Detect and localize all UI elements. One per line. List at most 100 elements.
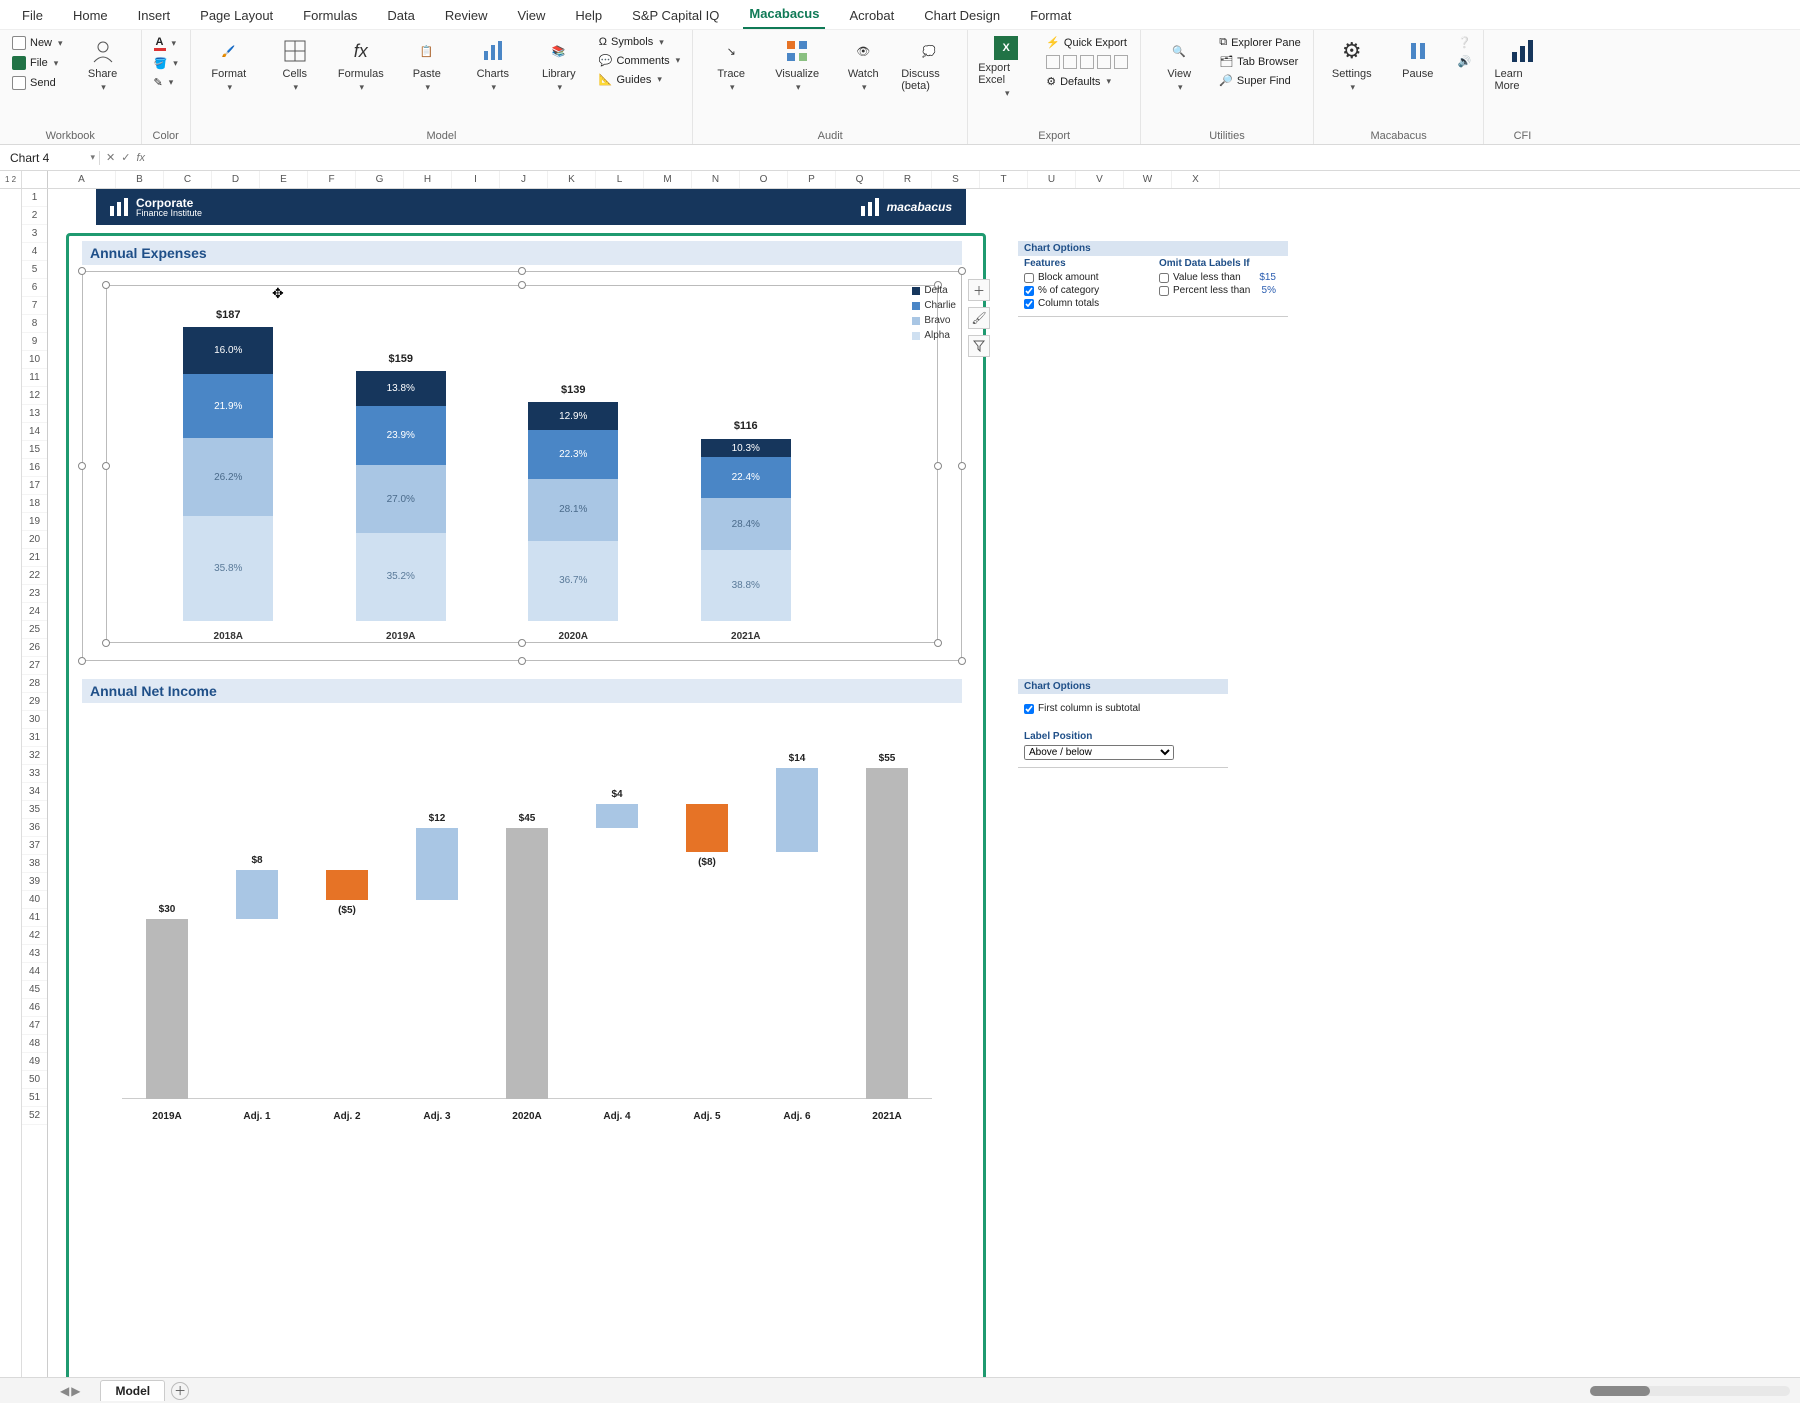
col-header-M[interactable]: M — [644, 171, 692, 188]
charts-button[interactable]: Charts — [465, 36, 521, 93]
discuss-button[interactable]: 💭Discuss (beta) — [901, 36, 957, 92]
pause-button[interactable]: Pause — [1390, 36, 1446, 80]
menu-acrobat[interactable]: Acrobat — [843, 4, 900, 29]
menu-formulas[interactable]: Formulas — [297, 4, 363, 29]
fx-icon[interactable]: fx — [136, 152, 145, 164]
font-color-button[interactable]: A — [152, 36, 180, 51]
menu-chartdesign[interactable]: Chart Design — [918, 4, 1006, 29]
column-totals-checkbox[interactable]: Column totals — [1018, 297, 1153, 310]
settings-button[interactable]: ⚙Settings — [1324, 36, 1380, 93]
pct-category-checkbox[interactable]: % of category — [1018, 284, 1153, 297]
block-amount-checkbox[interactable]: Block amount — [1018, 271, 1153, 284]
col-header-T[interactable]: T — [980, 171, 1028, 188]
row-headers[interactable]: 1234567891011121314151617181920212223242… — [22, 189, 48, 1382]
library-button[interactable]: 📚Library — [531, 36, 587, 93]
col-header-H[interactable]: H — [404, 171, 452, 188]
chart-filter-button[interactable] — [968, 335, 990, 357]
send-button[interactable]: Send — [10, 76, 65, 90]
col-header-R[interactable]: R — [884, 171, 932, 188]
chart-elements-button[interactable]: ＋ — [968, 279, 990, 301]
cancel-formula-icon[interactable]: ✕ — [106, 151, 115, 164]
col-header-Q[interactable]: Q — [836, 171, 884, 188]
format-button[interactable]: 🖌️Format — [201, 36, 257, 93]
col-header-J[interactable]: J — [500, 171, 548, 188]
col-header-X[interactable]: X — [1172, 171, 1220, 188]
formula-input[interactable] — [151, 151, 1800, 165]
menu-format[interactable]: Format — [1024, 4, 1077, 29]
export-excel-button[interactable]: XExport Excel — [978, 36, 1034, 99]
enter-formula-icon[interactable]: ✓ — [121, 151, 130, 164]
tab-nav-next[interactable]: ▶ — [71, 1384, 80, 1398]
col-header-F[interactable]: F — [308, 171, 356, 188]
menu-home[interactable]: Home — [67, 4, 114, 29]
watch-button[interactable]: 👁Watch — [835, 36, 891, 93]
file-button[interactable]: File — [10, 56, 65, 70]
paste-button[interactable]: 📋Paste — [399, 36, 455, 93]
learn-more-button[interactable]: Learn More — [1494, 36, 1550, 92]
value-less-than-checkbox[interactable]: Value less than$15 — [1153, 271, 1288, 284]
sheet-tab-model[interactable]: Model — [100, 1380, 165, 1401]
quick-export-button[interactable]: ⚡Quick Export — [1044, 36, 1130, 49]
menu-macabacus[interactable]: Macabacus — [743, 2, 825, 29]
menu-file[interactable]: File — [16, 4, 49, 29]
export-thumbs[interactable] — [1044, 55, 1130, 69]
omega-icon: Ω — [599, 36, 607, 48]
annual-net-income-chart[interactable]: $30$8($5)$12$45$4($8)$14$55 2019AAdj. 1A… — [82, 709, 962, 1139]
col-header-O[interactable]: O — [740, 171, 788, 188]
menu-help[interactable]: Help — [569, 4, 608, 29]
menu-pagelayout[interactable]: Page Layout — [194, 4, 279, 29]
visualize-button[interactable]: Visualize — [769, 36, 825, 93]
col-header-K[interactable]: K — [548, 171, 596, 188]
sound-button[interactable]: 🔊 — [1456, 55, 1474, 68]
col-header-P[interactable]: P — [788, 171, 836, 188]
col-header-S[interactable]: S — [932, 171, 980, 188]
label-position-select[interactable]: Above / below — [1024, 745, 1174, 760]
col-header-D[interactable]: D — [212, 171, 260, 188]
annual-expenses-chart[interactable]: ✥ 35.8%26.2%21.9%16.0%$18735.2%27.0%23.9… — [82, 271, 962, 661]
comments-button[interactable]: 💬Comments — [597, 54, 682, 67]
col-header-I[interactable]: I — [452, 171, 500, 188]
percent-less-than-checkbox[interactable]: Percent less than5% — [1153, 284, 1288, 297]
explorer-pane-button[interactable]: ⧉Explorer Pane — [1217, 36, 1303, 49]
help-button[interactable]: ❔ — [1456, 36, 1474, 49]
menu-view[interactable]: View — [511, 4, 551, 29]
menu-data[interactable]: Data — [381, 4, 420, 29]
view-button[interactable]: 🔍View — [1151, 36, 1207, 93]
super-find-button[interactable]: 🔎Super Find — [1217, 74, 1303, 87]
menu-spcapiq[interactable]: S&P Capital IQ — [626, 4, 725, 29]
col-header-W[interactable]: W — [1124, 171, 1172, 188]
add-sheet-button[interactable]: ＋ — [171, 1382, 189, 1400]
name-box[interactable]: Chart 4 — [0, 151, 100, 165]
col-header-C[interactable]: C — [164, 171, 212, 188]
menu-insert[interactable]: Insert — [132, 4, 177, 29]
tab-nav-prev[interactable]: ◀ — [60, 1384, 69, 1398]
worksheet[interactable]: 1234567891011121314151617181920212223242… — [0, 189, 1800, 1382]
chart-styles-button[interactable]: 🖌 — [968, 307, 990, 329]
first-col-subtotal-checkbox[interactable]: First column is subtotal — [1018, 702, 1228, 715]
col-header-N[interactable]: N — [692, 171, 740, 188]
guides-button[interactable]: 📐Guides — [597, 73, 682, 86]
trace-button[interactable]: ↘Trace — [703, 36, 759, 93]
horizontal-scrollbar[interactable] — [1590, 1386, 1790, 1396]
border-color-button[interactable]: ✎ — [152, 76, 180, 89]
cfi-logo-icon — [1507, 36, 1537, 66]
formulas-button[interactable]: fxFormulas — [333, 36, 389, 93]
fill-color-button[interactable]: 🪣 — [152, 57, 180, 70]
tab-browser-button[interactable]: 🗂Tab Browser — [1217, 55, 1303, 68]
col-header-A[interactable]: A — [48, 171, 116, 188]
col-header-V[interactable]: V — [1076, 171, 1124, 188]
new-button[interactable]: New — [10, 36, 65, 50]
col-header-B[interactable]: B — [116, 171, 164, 188]
symbols-button[interactable]: ΩSymbols — [597, 36, 682, 48]
ribbon-group-color: A 🪣 ✎ Color — [142, 30, 191, 144]
col-header-E[interactable]: E — [260, 171, 308, 188]
menu-review[interactable]: Review — [439, 4, 494, 29]
col-header-L[interactable]: L — [596, 171, 644, 188]
select-all-cell[interactable] — [22, 171, 48, 188]
col-header-U[interactable]: U — [1028, 171, 1076, 188]
share-button[interactable]: Share — [75, 36, 131, 93]
cells-button[interactable]: Cells — [267, 36, 323, 93]
defaults-button[interactable]: ⚙Defaults — [1044, 75, 1130, 88]
outline-controls[interactable]: 1 2 — [0, 171, 22, 188]
col-header-G[interactable]: G — [356, 171, 404, 188]
